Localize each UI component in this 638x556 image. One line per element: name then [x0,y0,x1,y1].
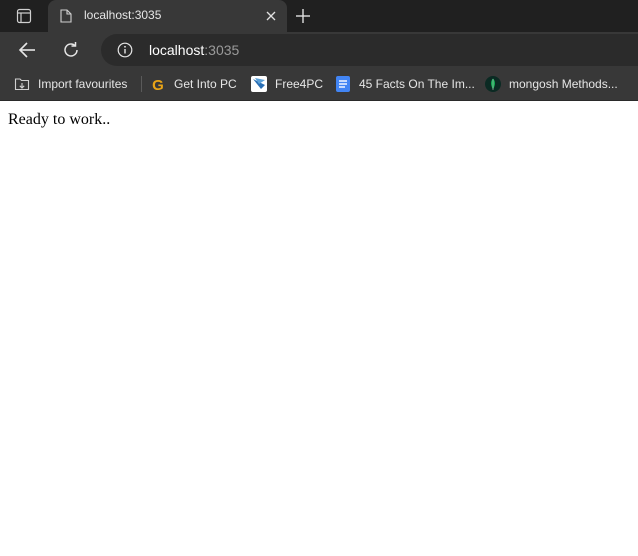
page-icon [58,8,74,24]
reload-icon [64,42,78,57]
favourite-label: Get Into PC [174,77,237,91]
tab-strip: localhost:3035 [0,0,638,32]
close-icon [266,11,276,21]
svg-text:G: G [152,77,164,92]
address-bar[interactable]: localhost:3035 [101,34,638,66]
favourite-label: Import favourites [38,77,128,91]
back-arrow-icon [18,42,35,58]
tab-title: localhost:3035 [84,8,162,22]
tab-close-button[interactable] [263,8,279,24]
favourite-free4pc[interactable]: Free4PC [251,75,323,93]
mongodb-favicon [485,76,501,92]
browser-window: localhost:3035 localhost:3035 Import fav… [0,0,638,556]
url-port: :3035 [204,42,240,58]
tab-active[interactable]: localhost:3035 [48,0,287,32]
favourite-label: Free4PC [275,77,324,91]
back-button[interactable] [18,41,36,59]
site-info-icon[interactable] [117,42,133,58]
free4pc-favicon [251,76,267,92]
new-tab-button[interactable] [294,7,312,25]
favourites-bar: Import favourites G Get Into PC Free4PC [0,68,638,101]
page-content: Ready to work.. [0,101,638,556]
toolbar: localhost:3035 [0,32,638,68]
plus-icon [296,9,310,23]
url-text: localhost:3035 [149,42,239,58]
favourite-45-facts[interactable]: 45 Facts On The Im... [335,75,475,93]
favourite-label: mongosh Methods... [509,77,618,91]
reload-button[interactable] [62,41,80,59]
favourite-import[interactable]: Import favourites [14,75,127,93]
tab-actions-icon [16,8,32,24]
page-text: Ready to work.. [8,111,111,128]
import-favourites-icon [14,76,30,92]
favourites-divider [141,76,142,92]
favourite-label: 45 Facts On The Im... [359,77,475,91]
tab-actions-button[interactable] [10,6,38,26]
url-host: localhost [149,42,205,58]
getintopc-favicon: G [150,76,166,92]
docs-favicon [335,76,351,92]
favourite-mongosh[interactable]: mongosh Methods... [485,75,618,93]
favourite-getintopc[interactable]: G Get Into PC [150,75,237,93]
